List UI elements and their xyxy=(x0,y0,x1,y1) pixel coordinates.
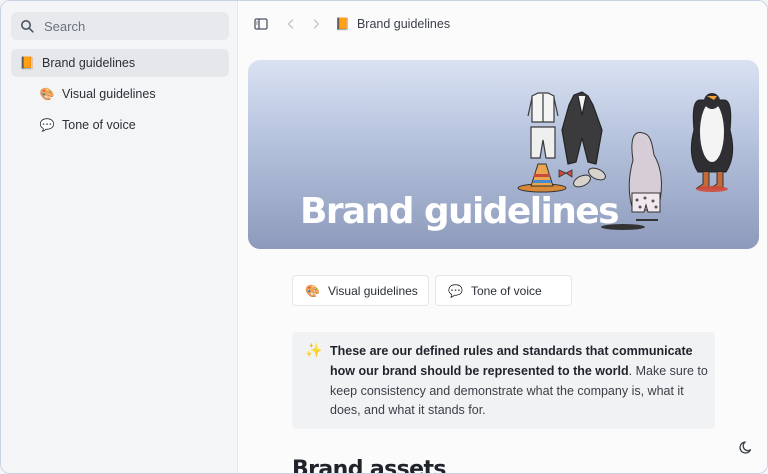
shirt-illustration xyxy=(527,92,559,123)
speech-bubble-icon: 💬 xyxy=(448,283,463,298)
callout-text: These are our defined rules and standard… xyxy=(330,342,708,421)
sidebar-item-brand-guidelines[interactable]: 📙 Brand guidelines xyxy=(11,49,229,77)
breadcrumb[interactable]: 📙 Brand guidelines xyxy=(335,17,450,31)
main-content: 📙 Brand guidelines Brand guidelines 🎨 Vi… xyxy=(239,1,767,474)
link-card-label: Visual guidelines xyxy=(327,283,418,298)
palette-icon: 🎨 xyxy=(39,87,55,101)
speech-bubble-icon: 💬 xyxy=(39,118,55,132)
breadcrumb-label: Brand guidelines xyxy=(356,17,451,31)
chevron-right-icon[interactable] xyxy=(309,17,323,31)
moon-icon[interactable] xyxy=(739,439,755,455)
book-icon: 📙 xyxy=(19,56,35,70)
app-window: Search 📙 Brand guidelines 🎨 Visual guide… xyxy=(0,0,768,474)
link-card-tone-of-voice[interactable]: 💬 Tone of voice xyxy=(435,275,572,306)
search-placeholder: Search xyxy=(44,18,86,34)
shoes-illustration xyxy=(573,167,606,188)
chevron-left-icon[interactable] xyxy=(284,17,298,31)
jacket-illustration xyxy=(561,91,603,165)
hat-illustration xyxy=(517,163,567,193)
search-input[interactable]: Search xyxy=(11,12,229,40)
palette-icon: 🎨 xyxy=(305,283,320,298)
top-bar: 📙 Brand guidelines xyxy=(239,1,767,47)
book-icon: 📙 xyxy=(335,17,350,31)
hero-title: Brand guidelines xyxy=(300,191,620,232)
link-card-label: Tone of voice xyxy=(470,283,542,298)
sidebar-item-label: Visual guidelines xyxy=(62,87,156,101)
callout-box: ✨ These are our defined rules and standa… xyxy=(292,332,715,429)
bow-tie-illustration xyxy=(558,169,573,178)
sidebar: Search 📙 Brand guidelines 🎨 Visual guide… xyxy=(1,1,238,473)
pants-illustration xyxy=(530,126,556,159)
sidebar-item-label: Tone of voice xyxy=(62,118,136,132)
link-card-visual-guidelines[interactable]: 🎨 Visual guidelines xyxy=(292,275,429,306)
sparkles-icon: ✨ xyxy=(305,342,323,358)
penguin-tuxedo-illustration xyxy=(690,93,734,192)
hero-banner: Brand guidelines xyxy=(248,60,759,249)
sidebar-item-visual-guidelines[interactable]: 🎨 Visual guidelines xyxy=(11,80,229,108)
sidebar-item-tone-of-voice[interactable]: 💬 Tone of voice xyxy=(11,111,229,139)
sidebar-toggle-icon[interactable] xyxy=(254,17,268,31)
sidebar-item-label: Brand guidelines xyxy=(42,56,136,70)
section-heading: Brand assets xyxy=(292,457,447,474)
search-icon xyxy=(20,19,34,33)
